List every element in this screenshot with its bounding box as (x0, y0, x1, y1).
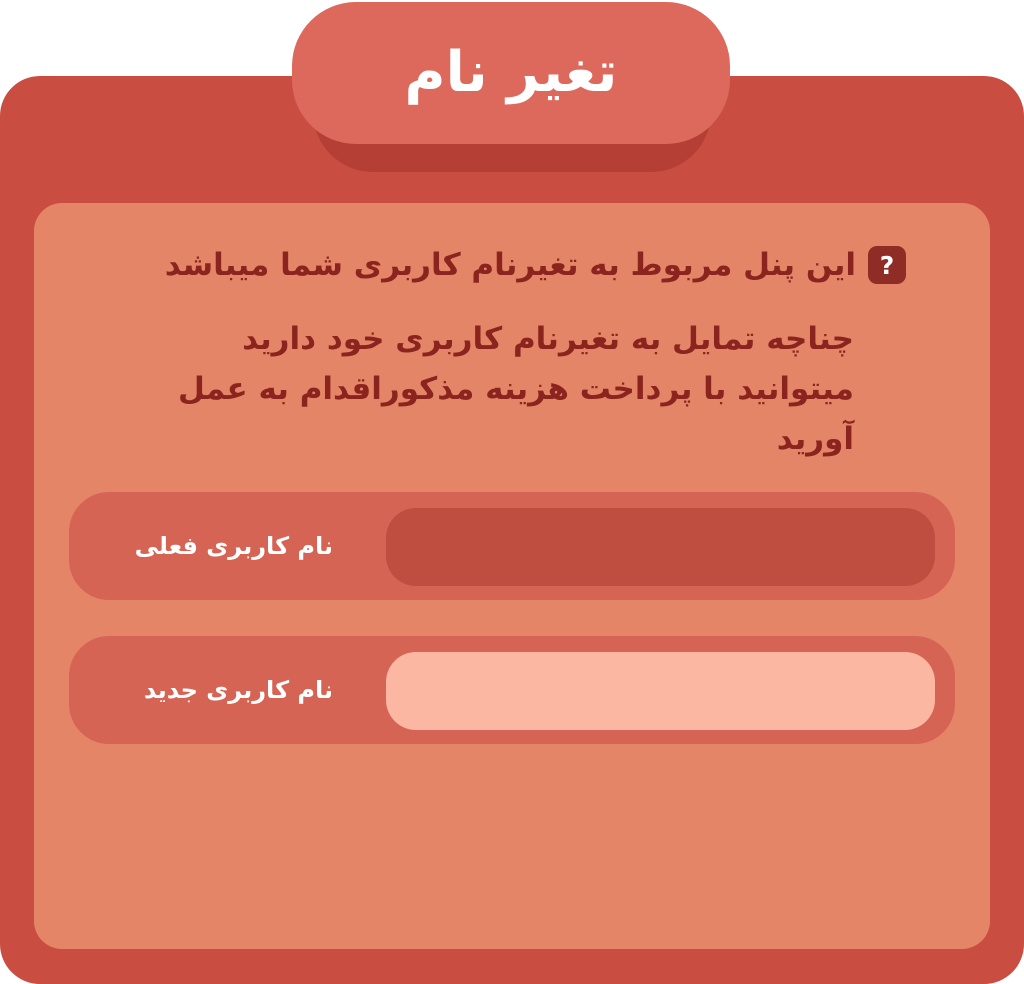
new-username-label: نام کاربری جدید (143, 676, 333, 704)
current-username-row: نام کاربری فعلی (69, 492, 955, 600)
info-row: ? این پنل مربوط به تغیرنام کاربری شما می… (165, 246, 906, 284)
question-icon[interactable]: ? (868, 246, 906, 284)
current-username-field (386, 508, 935, 586)
current-username-label: نام کاربری فعلی (134, 532, 333, 560)
dialog-title: تغیر نام (404, 40, 618, 105)
new-username-field[interactable] (386, 652, 935, 730)
description-text: چناچه تمایل به تغیرنام کاربری خود دارید … (178, 321, 854, 457)
title-tab: تغیر نام (292, 2, 730, 144)
info-text: این پنل مربوط به تغیرنام کاربری شما میبا… (164, 247, 856, 283)
new-username-row: نام کاربری جدید (69, 636, 955, 744)
